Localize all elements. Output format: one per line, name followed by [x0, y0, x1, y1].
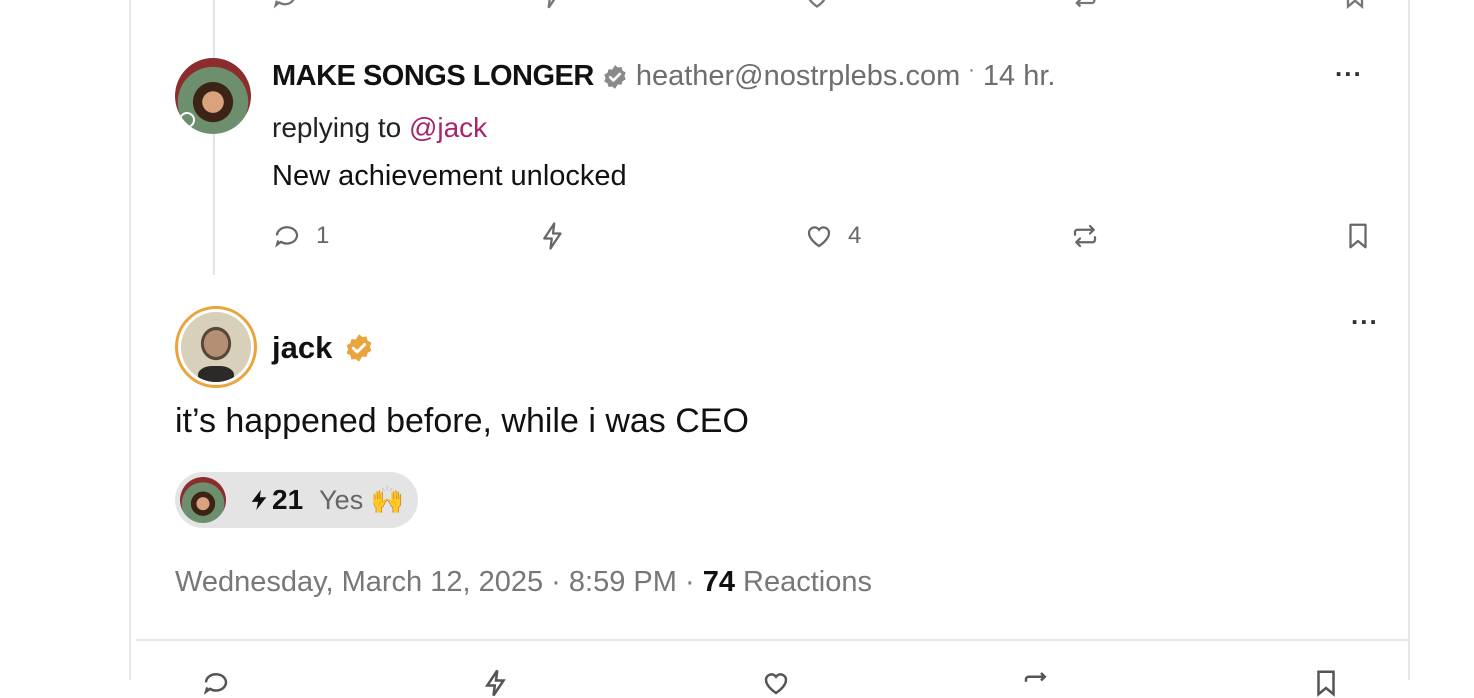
- divider: [136, 639, 1410, 641]
- more-icon[interactable]: ...: [1335, 52, 1363, 83]
- zap-message: Yes 🙌: [319, 485, 405, 515]
- reply-content: New achievement unlocked: [272, 160, 627, 192]
- comment-count: 1: [316, 222, 330, 249]
- reactions-count: 74: [702, 566, 735, 598]
- repost-icon: [1073, 224, 1097, 248]
- heart-icon[interactable]: [803, 0, 831, 17]
- note-content: it’s happened before, while i was CEO: [175, 402, 749, 440]
- reactions-link[interactable]: 74 Reactions: [703, 566, 872, 598]
- zap-icon: [543, 222, 562, 250]
- author-name[interactable]: MAKE SONGS LONGER: [272, 60, 594, 93]
- zap-amount: 21: [272, 484, 304, 515]
- reply-actions: 1 4: [272, 221, 1372, 253]
- comment-button[interactable]: 1: [272, 221, 329, 251]
- like-count: 4: [848, 222, 862, 249]
- bookmark-icon: [1349, 223, 1367, 249]
- zap-icon: [251, 489, 267, 511]
- replying-prefix: replying to: [272, 112, 402, 143]
- bookmark-button[interactable]: [1343, 221, 1373, 251]
- repost-icon[interactable]: [1071, 0, 1099, 17]
- nostr-logo-icon: [179, 112, 195, 128]
- verified-badge-icon: [346, 334, 372, 362]
- heart-icon: [807, 226, 831, 248]
- avatar[interactable]: [175, 306, 257, 388]
- top-zap-pill[interactable]: 21 Yes 🙌: [175, 472, 418, 528]
- author-header: jack: [272, 330, 374, 366]
- separator: ·: [968, 59, 975, 81]
- note-meta: Wednesday, March 12, 2025 · 8:59 PM · 74…: [175, 566, 872, 599]
- repost-icon[interactable]: [1021, 668, 1051, 698]
- like-button[interactable]: 4: [804, 221, 861, 251]
- separator: ·: [684, 566, 695, 598]
- replying-to: replying to @jack: [272, 112, 487, 144]
- zapper-avatar: [180, 477, 226, 523]
- avatar-image: [181, 312, 251, 382]
- reply-note[interactable]: MAKE SONGS LONGER heather@nostrplebs.com…: [175, 52, 1375, 278]
- note-date: Wednesday, March 12, 2025: [175, 566, 544, 598]
- reply-header: MAKE SONGS LONGER heather@nostrplebs.com…: [272, 59, 1056, 93]
- comment-icon[interactable]: [201, 668, 231, 698]
- zap-button[interactable]: [538, 221, 568, 251]
- reactions-label: Reactions: [743, 566, 872, 598]
- comment-icon: [275, 226, 299, 248]
- repost-button[interactable]: [1070, 221, 1100, 251]
- verified-badge-icon: [604, 64, 626, 89]
- comment-icon[interactable]: [271, 0, 299, 17]
- nip05-address[interactable]: heather@nostrplebs.com: [636, 60, 960, 93]
- zap-icon[interactable]: [481, 668, 511, 698]
- bookmark-icon[interactable]: [1341, 0, 1369, 17]
- note-thread-column: MAKE SONGS LONGER heather@nostrplebs.com…: [129, 0, 1410, 697]
- main-note-actions: [201, 668, 1401, 697]
- bookmark-icon[interactable]: [1311, 668, 1341, 698]
- mention-link[interactable]: @jack: [409, 112, 487, 143]
- timestamp[interactable]: 14 hr.: [983, 60, 1056, 93]
- zap-icon[interactable]: [537, 0, 565, 17]
- note-time: 8:59 PM: [568, 566, 677, 598]
- more-icon[interactable]: ...: [1351, 300, 1379, 331]
- separator: ·: [551, 566, 561, 598]
- previous-note-actions: [271, 0, 1474, 9]
- author-name[interactable]: jack: [272, 330, 332, 366]
- heart-icon[interactable]: [761, 668, 791, 698]
- avatar[interactable]: [175, 58, 251, 134]
